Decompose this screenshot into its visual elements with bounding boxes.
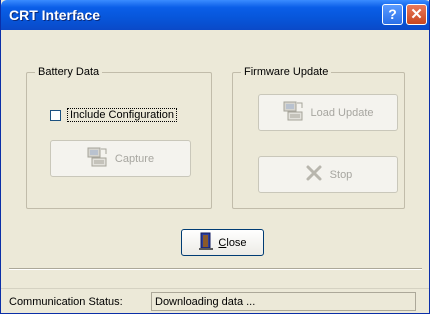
status-value: Downloading data ... [151, 292, 416, 311]
close-button-label-rest: lose [226, 236, 247, 249]
close-button[interactable]: Close [181, 229, 264, 256]
status-bar: Communication Status: Downloading data .… [1, 288, 429, 313]
include-configuration-label[interactable]: Include Configuration [67, 108, 177, 122]
load-update-button[interactable]: Load Update [258, 94, 398, 131]
help-button[interactable]: ? [382, 4, 403, 25]
computer-download-icon [87, 146, 109, 171]
cancel-x-icon [304, 163, 324, 186]
status-label: Communication Status: [9, 296, 123, 308]
capture-button[interactable]: Capture [50, 140, 191, 177]
load-update-button-label: Load Update [310, 106, 374, 119]
stop-button-label: Stop [329, 168, 353, 181]
battery-data-legend: Battery Data [38, 66, 100, 78]
computer-download-icon [283, 100, 305, 125]
include-configuration-checkbox-box[interactable] [50, 109, 61, 121]
close-button-label: Close [218, 237, 246, 249]
title-bar[interactable]: CRT Interface ? ✕ [1, 0, 429, 30]
firmware-update-legend: Firmware Update [244, 66, 329, 78]
separator-line [9, 268, 422, 270]
door-exit-icon [198, 232, 214, 253]
include-configuration-checkbox[interactable]: Include Configuration [50, 106, 177, 124]
window-close-button[interactable]: ✕ [406, 4, 427, 25]
crt-interface-window: CRT Interface ? ✕ Battery Data Include C… [0, 0, 430, 314]
battery-data-group: Battery Data [26, 66, 212, 209]
stop-button[interactable]: Stop [258, 156, 398, 193]
window-title: CRT Interface [9, 7, 101, 23]
capture-button-label: Capture [114, 152, 155, 165]
